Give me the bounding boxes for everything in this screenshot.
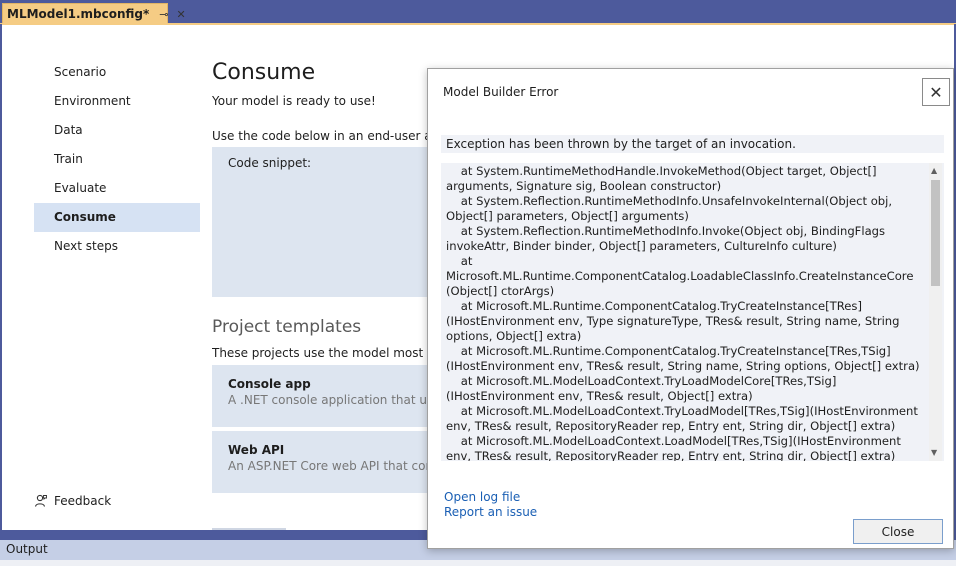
close-icon[interactable]: ✕ <box>177 8 186 21</box>
stack-trace-text: at System.RuntimeMethodHandle.InvokeMeth… <box>446 164 920 461</box>
use-code-text: Use the code below in an end-user applic… <box>212 129 427 143</box>
output-panel-toolbar <box>0 560 956 566</box>
template-card-console-app[interactable]: Console app A .NET console application t… <box>212 365 428 427</box>
template-description: An ASP.NET Core web API that consumes yo… <box>228 459 428 473</box>
feedback-label: Feedback <box>54 494 112 508</box>
nav-item-scenario[interactable]: Scenario <box>34 58 200 87</box>
templates-title: Project templates <box>212 317 362 337</box>
stack-trace-scrollbar[interactable]: ▲ ▼ <box>929 163 942 461</box>
feedback-link[interactable]: Feedback <box>34 494 111 508</box>
frame-border-left <box>0 24 2 530</box>
page-title: Consume <box>212 60 316 85</box>
nav-item-next-steps[interactable]: Next steps <box>34 232 200 261</box>
nav-item-evaluate[interactable]: Evaluate <box>34 174 200 203</box>
scroll-down-arrow-icon[interactable]: ▼ <box>931 448 937 457</box>
tab-underline <box>0 23 956 25</box>
report-issue-link[interactable]: Report an issue <box>444 505 537 519</box>
close-icon[interactable]: ✕ <box>922 78 950 106</box>
model-builder-error-dialog: Model Builder Error ✕ Exception has been… <box>427 68 954 549</box>
template-name: Console app <box>228 377 311 391</box>
templates-description: These projects use the model most recent… <box>212 346 427 360</box>
exception-message: Exception has been thrown by the target … <box>441 135 944 153</box>
document-tab-title: MLModel1.mbconfig* <box>7 7 150 21</box>
scrollbar-thumb[interactable] <box>931 180 940 286</box>
nav-item-train[interactable]: Train <box>34 145 200 174</box>
open-log-file-link[interactable]: Open log file <box>444 490 520 504</box>
pin-icon[interactable]: ⊸ <box>159 8 168 21</box>
template-description: A .NET console application that uses you… <box>228 393 428 407</box>
document-tab[interactable]: MLModel1.mbconfig* ⊸ ✕ <box>2 3 186 24</box>
nav-item-data[interactable]: Data <box>34 116 200 145</box>
output-panel-title: Output <box>6 542 48 556</box>
close-button[interactable]: Close <box>853 519 943 544</box>
nav-item-environment[interactable]: Environment <box>34 87 200 116</box>
dialog-title: Model Builder Error <box>443 85 559 99</box>
template-card-web-api[interactable]: Web API An ASP.NET Core web API that con… <box>212 431 428 493</box>
stack-trace-box[interactable]: at System.RuntimeMethodHandle.InvokeMeth… <box>441 163 944 461</box>
template-name: Web API <box>228 443 285 457</box>
step-navigation: Scenario Environment Data Train Evaluate… <box>34 58 200 261</box>
code-snippet-panel[interactable]: Code snippet: <box>212 147 428 297</box>
ready-text: Your model is ready to use! <box>212 94 376 108</box>
scroll-up-arrow-icon[interactable]: ▲ <box>931 166 937 175</box>
nav-item-consume[interactable]: Consume <box>34 203 200 232</box>
feedback-icon <box>34 494 47 507</box>
code-snippet-label: Code snippet: <box>228 156 312 170</box>
